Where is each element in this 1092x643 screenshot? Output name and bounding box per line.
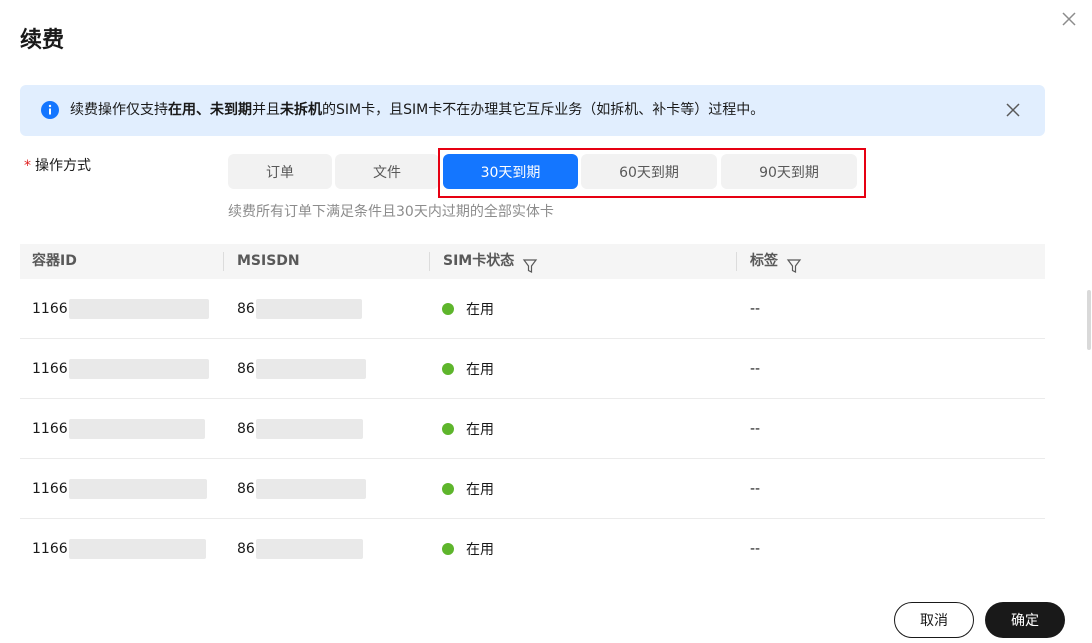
- notice-close-icon[interactable]: [1004, 101, 1022, 119]
- msisdn-cell: 86: [237, 541, 255, 557]
- col-container-id: 容器ID: [32, 253, 77, 269]
- tag-cell: --: [750, 481, 761, 497]
- tag-cell: --: [750, 421, 761, 437]
- redacted-value: [255, 419, 363, 439]
- option-file[interactable]: 文件: [335, 154, 439, 189]
- container-id-cell: 1166: [32, 361, 68, 377]
- redacted-value: [255, 359, 366, 379]
- table-header: 容器ID MSISDN SIM卡状态 标签: [20, 244, 1045, 279]
- option-hint: 续费所有订单下满足条件且30天内过期的全部实体卡: [228, 204, 554, 220]
- msisdn-cell: 86: [237, 301, 255, 317]
- redacted-value: [68, 299, 209, 319]
- redacted-value: [68, 479, 207, 499]
- status-cell: 在用: [466, 422, 494, 438]
- column-divider: [223, 252, 224, 271]
- redacted-value: [255, 539, 363, 559]
- redacted-value: [68, 359, 209, 379]
- tag-cell: --: [750, 541, 761, 557]
- container-id-cell: 1166: [32, 301, 68, 317]
- confirm-button[interactable]: 确定: [985, 602, 1065, 638]
- col-tag: 标签: [750, 244, 802, 279]
- redacted-value: [68, 419, 205, 439]
- container-id-cell: 1166: [32, 541, 68, 557]
- notice-text: 续费操作仅支持在用、未到期并且未拆机的SIM卡，且SIM卡不在办理其它互斥业务（…: [70, 102, 765, 118]
- notice-banner: 续费操作仅支持在用、未到期并且未拆机的SIM卡，且SIM卡不在办理其它互斥业务（…: [20, 85, 1045, 136]
- tag-cell: --: [750, 301, 761, 317]
- table-row: 1166 86 在用 --: [20, 459, 1045, 519]
- col-sim-status: SIM卡状态: [443, 244, 538, 279]
- column-divider: [736, 252, 737, 271]
- operation-mode-label: * 操作方式: [24, 158, 91, 174]
- status-dot-icon: [442, 543, 454, 555]
- option-30-days[interactable]: 30天到期: [443, 154, 578, 189]
- status-dot-icon: [442, 483, 454, 495]
- info-icon: [41, 101, 59, 119]
- table-row: 1166 86 在用 --: [20, 519, 1045, 579]
- status-cell: 在用: [466, 482, 494, 498]
- container-id-cell: 1166: [32, 421, 68, 437]
- tag-cell: --: [750, 361, 761, 377]
- required-mark: *: [24, 158, 31, 174]
- scrollbar[interactable]: [1087, 290, 1091, 350]
- redacted-value: [68, 539, 206, 559]
- redacted-value: [255, 479, 366, 499]
- sim-table: 容器ID MSISDN SIM卡状态 标签 1166 86 在用 -- 1166…: [20, 244, 1045, 579]
- filter-icon[interactable]: [786, 253, 802, 273]
- close-icon[interactable]: [1058, 8, 1080, 30]
- col-msisdn: MSISDN: [237, 253, 300, 269]
- status-dot-icon: [442, 423, 454, 435]
- filter-icon[interactable]: [522, 253, 538, 273]
- table-row: 1166 86 在用 --: [20, 339, 1045, 399]
- dialog-title: 续费: [20, 28, 65, 53]
- msisdn-cell: 86: [237, 421, 255, 437]
- container-id-cell: 1166: [32, 481, 68, 497]
- table-row: 1166 86 在用 --: [20, 399, 1045, 459]
- column-divider: [429, 252, 430, 271]
- option-90-days[interactable]: 90天到期: [721, 154, 857, 189]
- status-cell: 在用: [466, 542, 494, 558]
- cancel-button[interactable]: 取消: [894, 602, 974, 638]
- status-dot-icon: [442, 303, 454, 315]
- table-row: 1166 86 在用 --: [20, 279, 1045, 339]
- option-60-days[interactable]: 60天到期: [581, 154, 717, 189]
- status-cell: 在用: [466, 362, 494, 378]
- redacted-value: [255, 299, 362, 319]
- msisdn-cell: 86: [237, 481, 255, 497]
- msisdn-cell: 86: [237, 361, 255, 377]
- status-cell: 在用: [466, 302, 494, 318]
- option-order[interactable]: 订单: [228, 154, 332, 189]
- status-dot-icon: [442, 363, 454, 375]
- renew-dialog: 续费 续费操作仅支持在用、未到期并且未拆机的SIM卡，且SIM卡不在办理其它互斥…: [0, 0, 1092, 643]
